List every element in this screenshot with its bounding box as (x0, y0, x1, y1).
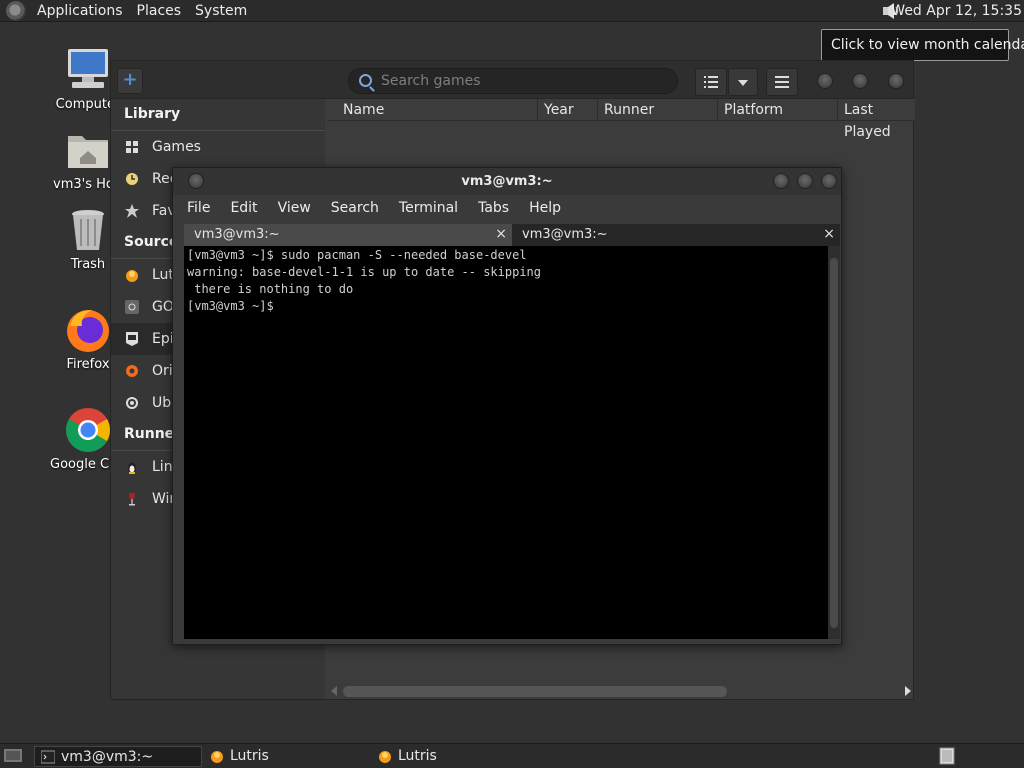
hamburger-icon (775, 76, 789, 88)
gnome-foot-icon[interactable] (6, 0, 26, 21)
gog-icon (125, 300, 139, 314)
minimize-icon[interactable] (817, 73, 833, 89)
epic-games-icon (126, 332, 138, 346)
menu-search[interactable]: Search (331, 200, 379, 216)
list-view-icon (704, 76, 718, 88)
terminal-line: warning: base-devel-1-1 is up to date --… (187, 265, 542, 279)
terminal-line: [vm3@vm3 ~]$ sudo pacman -S --needed bas… (187, 248, 527, 262)
menu-view[interactable]: View (278, 200, 311, 216)
menu-terminal[interactable]: Terminal (399, 200, 458, 216)
menu-tabs[interactable]: Tabs (478, 200, 509, 216)
close-icon[interactable] (888, 73, 904, 89)
column-year[interactable]: Year (537, 99, 593, 121)
lutris-icon (379, 751, 391, 763)
task-label: vm3@vm3:~ (61, 749, 154, 765)
ubisoft-icon (126, 397, 138, 409)
view-options-dropdown[interactable] (728, 68, 758, 96)
search-games-input[interactable]: Search games (348, 68, 678, 94)
show-desktop-icon[interactable] (3, 747, 23, 765)
list-view-button[interactable] (695, 68, 727, 96)
wine-icon (129, 493, 135, 506)
menu-applications[interactable]: Applications (30, 0, 130, 22)
games-icon (126, 141, 138, 153)
terminal-tab-1[interactable]: vm3@vm3:~ × (184, 224, 512, 246)
terminal-prompt-line: [vm3@vm3 ~]$ (187, 299, 281, 313)
terminal-tab-2[interactable]: vm3@vm3:~ × (512, 224, 840, 246)
clock-icon (126, 173, 138, 185)
trash-icon (64, 206, 112, 254)
terminal-tabbar: vm3@vm3:~ × vm3@vm3:~ × (184, 224, 840, 246)
lutris-icon (126, 270, 138, 282)
terminal-menubar: File Edit View Search Terminal Tabs Help (173, 195, 841, 221)
lutris-headerbar: + Search games (111, 61, 913, 99)
task-label: Lutris (230, 748, 269, 764)
computer-icon (64, 46, 112, 94)
tab-label: vm3@vm3:~ (522, 227, 608, 242)
terminal-output[interactable]: [vm3@vm3 ~]$ sudo pacman -S --needed bas… (184, 246, 828, 639)
maximize-icon[interactable] (852, 73, 868, 89)
workspace-switcher-icon[interactable] (939, 747, 955, 765)
origin-icon (126, 365, 138, 377)
chrome-icon (64, 406, 112, 454)
calendar-tooltip: Click to view month calendar (821, 29, 1024, 61)
home-folder-icon (64, 126, 112, 174)
window-menu-icon[interactable] (188, 173, 204, 189)
add-game-button[interactable]: + (117, 68, 143, 94)
sidebar-library-heading: Library (111, 99, 325, 131)
terminal-window: vm3@vm3:~ File Edit View Search Terminal… (172, 167, 842, 645)
horizontal-scrollbar[interactable] (331, 684, 911, 698)
scrollbar-thumb[interactable] (343, 686, 727, 697)
main-menu-button[interactable] (766, 68, 798, 96)
column-last-played[interactable]: Last Played (837, 99, 915, 140)
close-tab-icon[interactable]: × (495, 224, 507, 245)
game-list-header: Name Year Runner Platform Last Played (327, 99, 915, 140)
close-icon[interactable] (821, 173, 837, 189)
menu-places[interactable]: Places (130, 0, 189, 22)
tab-label: vm3@vm3:~ (194, 227, 280, 242)
menu-help[interactable]: Help (529, 200, 561, 216)
terminal-title: vm3@vm3:~ (461, 174, 553, 189)
close-tab-icon[interactable]: × (823, 224, 835, 245)
column-name[interactable]: Name (337, 99, 533, 121)
taskbar-terminal[interactable]: vm3@vm3:~ (34, 746, 202, 767)
sidebar-item-games[interactable]: Games (111, 131, 325, 163)
terminal-titlebar[interactable]: vm3@vm3:~ (173, 168, 841, 195)
search-placeholder: Search games (381, 73, 481, 89)
clock[interactable]: Wed Apr 12, 15:35 (891, 0, 1022, 22)
task-label: Lutris (398, 748, 437, 764)
menu-edit[interactable]: Edit (230, 200, 257, 216)
sidebar-item-label: Games (152, 139, 201, 155)
tux-icon (128, 462, 136, 474)
scroll-right-icon[interactable] (905, 686, 911, 696)
star-icon (125, 204, 139, 218)
menu-file[interactable]: File (187, 200, 210, 216)
firefox-icon (64, 306, 112, 354)
taskbar-lutris-2[interactable]: Lutris (372, 746, 538, 767)
bottom-panel: vm3@vm3:~ Lutris Lutris (0, 743, 1024, 768)
terminal-scrollbar[interactable] (828, 246, 840, 639)
top-panel: Applications Places System Wed Apr 12, 1… (0, 0, 1024, 22)
chevron-down-icon (738, 80, 748, 86)
column-platform[interactable]: Platform (717, 99, 837, 121)
scroll-left-icon[interactable] (331, 686, 337, 696)
taskbar-lutris-1[interactable]: Lutris (204, 746, 370, 767)
minimize-icon[interactable] (773, 173, 789, 189)
maximize-icon[interactable] (797, 173, 813, 189)
terminal-line: there is nothing to do (187, 282, 354, 296)
terminal-icon (41, 750, 55, 764)
lutris-icon (211, 751, 223, 763)
column-runner[interactable]: Runner (597, 99, 717, 121)
menu-system[interactable]: System (188, 0, 254, 22)
search-icon (359, 74, 372, 87)
